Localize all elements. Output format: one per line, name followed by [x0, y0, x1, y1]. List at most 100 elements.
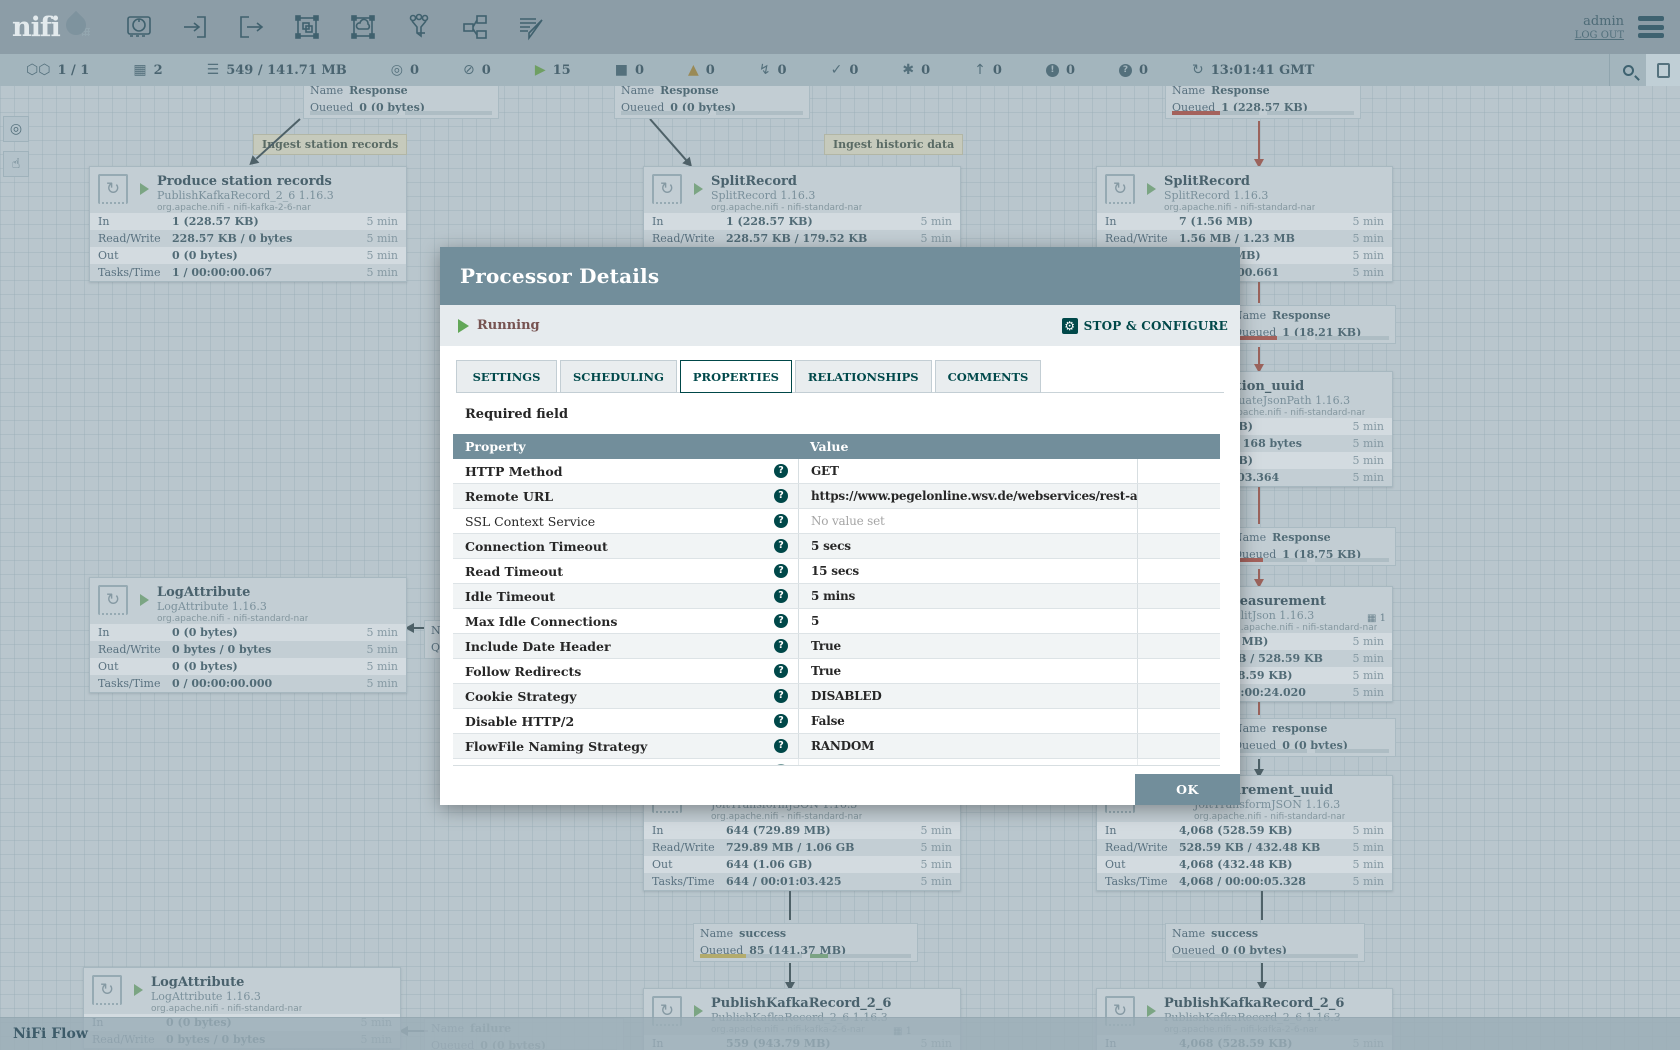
- processor-name: Produce station records: [157, 174, 334, 189]
- process-group-icon[interactable]: [292, 12, 322, 42]
- queue-progress-track: [716, 111, 803, 115]
- status-item-value: 0: [778, 63, 787, 78]
- funnel-icon[interactable]: [404, 12, 434, 42]
- property-extra-cell: [1137, 609, 1220, 633]
- connection-label-c4[interactable]: NameResponseQueued1 (18.21 KB): [1226, 305, 1396, 344]
- property-value-cell: RANDOM: [798, 734, 1137, 758]
- connection-path: [1258, 281, 1260, 303]
- help-icon[interactable]: ?: [774, 489, 788, 503]
- property-extra-cell: [1137, 659, 1220, 683]
- gear-icon: ⚙: [1062, 318, 1078, 334]
- remote-process-group-icon[interactable]: [348, 12, 378, 42]
- logout-link[interactable]: LOG OUT: [1575, 30, 1624, 41]
- processor-p2[interactable]: ↻SplitRecordSplitRecord 1.16.3org.apache…: [643, 166, 961, 248]
- property-name: Include Date Header: [465, 639, 611, 654]
- processor-stats: In0 (0 bytes)5 minRead/Write0 bytes / 0 …: [90, 624, 406, 692]
- queue-progress-track: [1172, 954, 1261, 958]
- pan-button[interactable]: ☝: [3, 151, 29, 177]
- queue-progress-track: [1233, 558, 1307, 562]
- help-icon[interactable]: ?: [774, 664, 788, 678]
- help-icon[interactable]: ?: [774, 589, 788, 603]
- help-icon[interactable]: ?: [774, 739, 788, 753]
- property-extra-cell: [1137, 459, 1220, 483]
- processor-p1[interactable]: ↻Produce station recordsPublishKafkaReco…: [89, 166, 407, 282]
- processor-stat-row: In1 (228.57 KB)5 min: [644, 213, 960, 230]
- property-extra-cell: [1137, 584, 1220, 608]
- up-to-date-icon: ✓: [831, 63, 843, 77]
- help-icon[interactable]: ?: [774, 689, 788, 703]
- breadcrumb[interactable]: NiFi Flow: [13, 1026, 88, 1042]
- run-triangle-icon: [694, 1005, 703, 1017]
- queue-progress-track: [1269, 954, 1358, 958]
- processor-header: ↻SplitRecordSplitRecord 1.16.3org.apache…: [644, 167, 960, 213]
- processor-type: SplitRecord 1.16.3: [711, 189, 862, 202]
- canvas-label-lab1[interactable]: Ingest station records: [253, 134, 407, 155]
- status-item-sync-failure: ?0: [1119, 63, 1148, 78]
- tab-relationships[interactable]: RELATIONSHIPS: [795, 360, 932, 393]
- flow-settings-button[interactable]: [1646, 54, 1680, 86]
- help-icon[interactable]: ?: [774, 464, 788, 478]
- help-icon[interactable]: ?: [774, 639, 788, 653]
- property-value: 15 secs: [811, 564, 859, 578]
- processor-header: ↻LogAttributeLogAttribute 1.16.3org.apac…: [84, 968, 400, 1014]
- queue-progress-bars: [1172, 954, 1358, 958]
- property-name: Read Timeout: [465, 564, 563, 579]
- connection-label-c5[interactable]: NameResponseQueued1 (18.75 KB): [1226, 527, 1396, 566]
- value-column-header: Value: [798, 439, 1137, 454]
- help-icon[interactable]: ?: [774, 514, 788, 528]
- processor-name: PublishKafkaRecord_2_6: [711, 996, 891, 1011]
- threads-icon: ▦: [133, 63, 146, 77]
- queue-progress-bars: [1233, 558, 1389, 562]
- running-icon: [458, 319, 469, 333]
- required-field-note: Required field: [465, 407, 1240, 422]
- template-icon[interactable]: [460, 12, 490, 42]
- help-icon[interactable]: ?: [774, 564, 788, 578]
- processor-stat-row: Read/Write528.59 KB / 432.48 KB5 min: [1097, 839, 1392, 856]
- property-value-cell: DISABLED: [798, 684, 1137, 708]
- sync-failure-icon: ?: [1119, 64, 1132, 77]
- property-extra-cell: [1137, 534, 1220, 558]
- status-item-value: 0: [1066, 63, 1075, 78]
- status-item-refresh[interactable]: ↻13:01:41 GMT: [1192, 63, 1314, 78]
- processor-stat-row: In0 (0 bytes)5 min: [90, 624, 406, 641]
- connection-label-c6[interactable]: NameresponseQueued0 (0 bytes): [1226, 718, 1396, 757]
- connection-label-c10[interactable]: NameQueued: [424, 620, 441, 659]
- canvas-label-lab2[interactable]: Ingest historic data: [824, 134, 963, 155]
- property-row: Follow Redirects?True: [453, 659, 1220, 684]
- tab-scheduling[interactable]: SCHEDULING: [560, 360, 677, 393]
- processor-bundle: org.apache.nifi - nifi-standard-nar: [711, 202, 862, 213]
- tab-comments[interactable]: COMMENTS: [935, 360, 1042, 393]
- property-value: 5: [811, 614, 819, 628]
- processor-stat-row: Tasks/Time644 / 00:01:03.4255 min: [644, 873, 960, 890]
- property-row: Connection Timeout?5 secs: [453, 534, 1220, 559]
- queue-progress-track: [1315, 336, 1389, 340]
- connection-label-c8[interactable]: NamesuccessQueued0 (0 bytes): [1165, 923, 1365, 962]
- input-port-icon[interactable]: [180, 12, 210, 42]
- property-extra-cell: [1137, 484, 1220, 508]
- global-menu-icon[interactable]: [1638, 16, 1664, 38]
- help-icon[interactable]: ?: [774, 764, 788, 766]
- help-icon[interactable]: ?: [774, 714, 788, 728]
- stop-and-configure-button[interactable]: ⚙ STOP & CONFIGURE: [1062, 318, 1228, 334]
- run-triangle-icon: [140, 183, 149, 195]
- label-icon[interactable]: [516, 12, 546, 42]
- stopped-icon: ■: [615, 63, 628, 77]
- processor-p10[interactable]: ↻LogAttributeLogAttribute 1.16.3org.apac…: [89, 577, 407, 693]
- connection-label-c7[interactable]: NamesuccessQueued85 (141.37 MB): [693, 923, 918, 962]
- tab-properties[interactable]: PROPERTIES: [680, 360, 792, 393]
- status-item-running: ▶15: [535, 63, 571, 78]
- birdseye-button[interactable]: ◎: [3, 116, 29, 142]
- ok-button[interactable]: OK: [1135, 774, 1240, 805]
- property-extra-cell: [1137, 709, 1220, 733]
- status-item-value: 1 / 1: [57, 63, 89, 78]
- connection-path: [1258, 759, 1260, 769]
- help-icon[interactable]: ?: [774, 614, 788, 628]
- status-item-value: 13:01:41 GMT: [1211, 63, 1315, 78]
- processor-icon[interactable]: [124, 12, 154, 42]
- search-button[interactable]: [1610, 54, 1646, 86]
- output-port-icon[interactable]: [236, 12, 266, 42]
- tab-settings[interactable]: SETTINGS: [456, 360, 557, 393]
- processor-stat-row: Read/Write1.56 MB / 1.23 MB5 min: [1097, 230, 1392, 247]
- connection-path: [1258, 701, 1260, 715]
- help-icon[interactable]: ?: [774, 539, 788, 553]
